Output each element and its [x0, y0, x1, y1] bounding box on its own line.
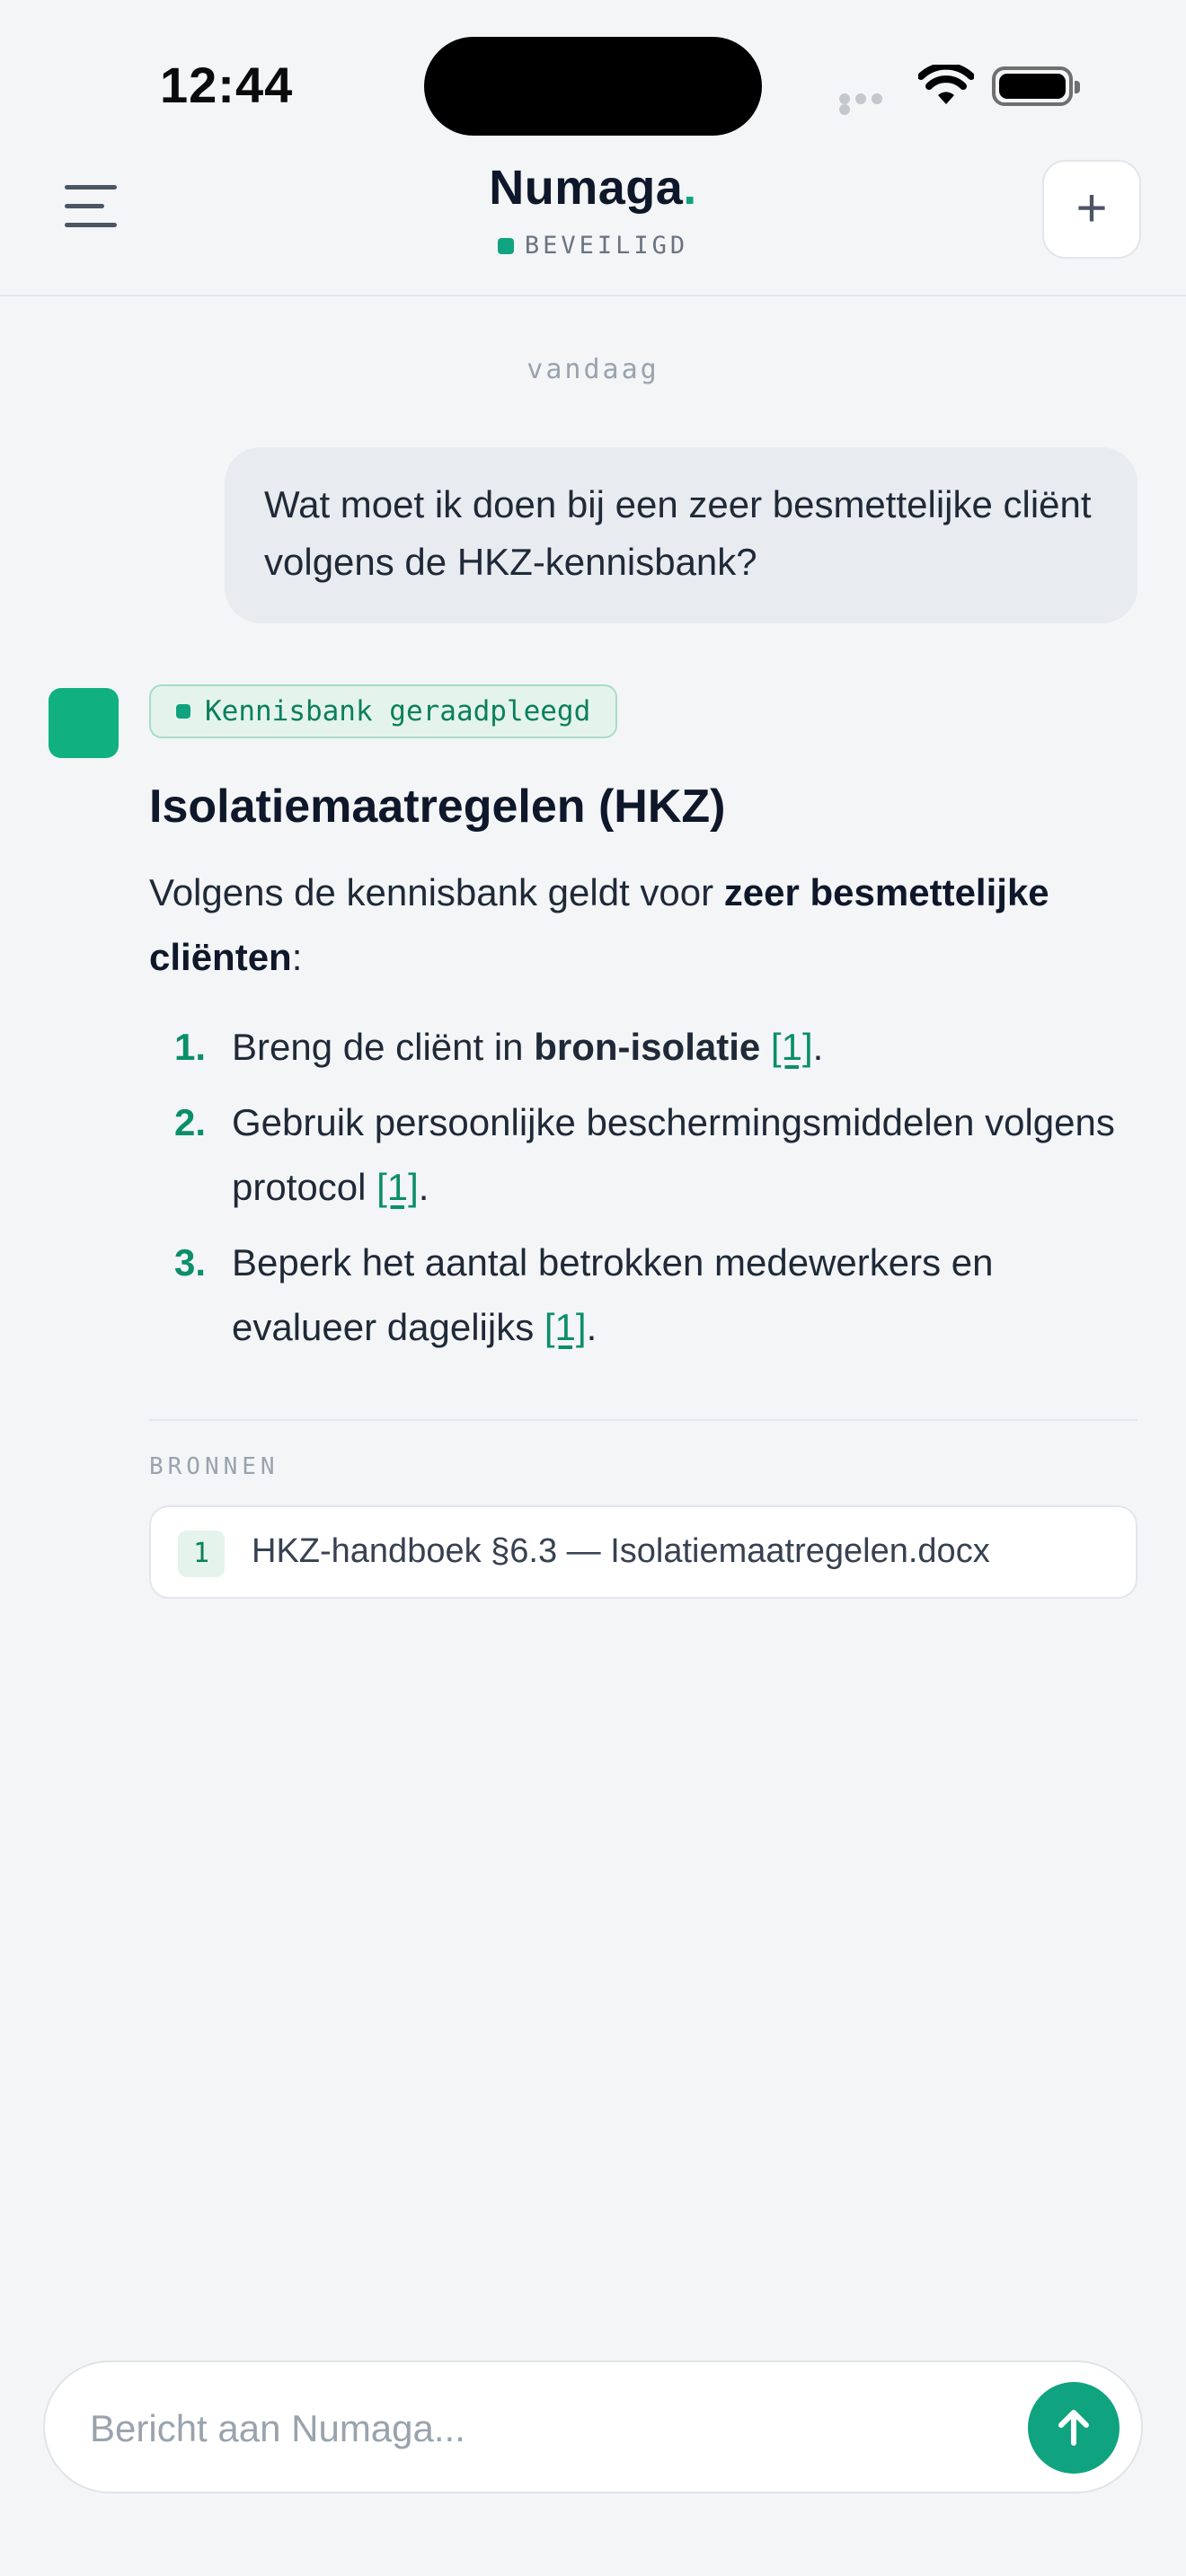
- list-item: 3. Beperk het aantal betrokken medewerker…: [174, 1241, 994, 1348]
- app-title: Numaga.: [0, 160, 1186, 216]
- status-time: 12:44: [160, 57, 294, 113]
- citation-link[interactable]: [1]: [771, 1026, 813, 1068]
- message-composer: [43, 2360, 1143, 2493]
- knowledge-base-badge-label: Kennisbank geraadpleegd: [205, 695, 591, 728]
- plus-icon: +: [1075, 178, 1108, 238]
- answer-heading: Isolatiemaatregelen (HKZ): [149, 781, 726, 833]
- day-separator: vandaag: [527, 354, 659, 385]
- battery-icon: [992, 66, 1080, 106]
- brand-name: Numaga: [489, 161, 684, 215]
- list-item: 2. Gebruik persoonlijke beschermingsmidde…: [174, 1101, 1115, 1208]
- list-item: 1. Breng de cliënt in bron-isolatie [1].: [174, 1026, 824, 1068]
- source-card[interactable]: 1 HKZ-handboek §6.3 — Isolatiemaatregele…: [149, 1505, 1137, 1599]
- citation-link[interactable]: [1]: [376, 1166, 419, 1208]
- source-title: HKZ-handboek §6.3 — Isolatiemaatregelen.…: [252, 1532, 990, 1570]
- dynamic-island: [424, 37, 762, 136]
- assistant-avatar: [49, 688, 119, 758]
- answer-steps-list: 1. Breng de cliënt in bron-isolatie [1]. …: [149, 1015, 1128, 1371]
- wifi-icon: [917, 62, 975, 110]
- sources-label: BRONNEN: [149, 1453, 279, 1480]
- send-button[interactable]: [1028, 2382, 1120, 2474]
- arrow-up-icon: [1058, 2410, 1089, 2446]
- answer-intro: Volgens de kennisbank geldt voor zeer be…: [149, 871, 1049, 978]
- secure-status: BEVEILIGD: [0, 232, 1186, 260]
- cellular-signal-icon: [839, 93, 902, 115]
- sources-divider: [149, 1419, 1137, 1421]
- badge-dot-icon: [176, 704, 190, 719]
- user-message-bubble: Wat moet ik doen bij een zeer besmetteli…: [225, 447, 1137, 623]
- new-chat-button[interactable]: +: [1042, 160, 1141, 259]
- source-number: 1: [178, 1531, 225, 1577]
- secure-status-label: BEVEILIGD: [524, 232, 689, 260]
- secure-indicator-icon: [497, 238, 514, 254]
- message-input[interactable]: [88, 2389, 990, 2468]
- knowledge-base-badge: Kennisbank geraadpleegd: [149, 684, 618, 738]
- brand-dot: .: [683, 161, 697, 215]
- citation-link[interactable]: [1]: [544, 1306, 587, 1348]
- header-divider: [0, 295, 1186, 296]
